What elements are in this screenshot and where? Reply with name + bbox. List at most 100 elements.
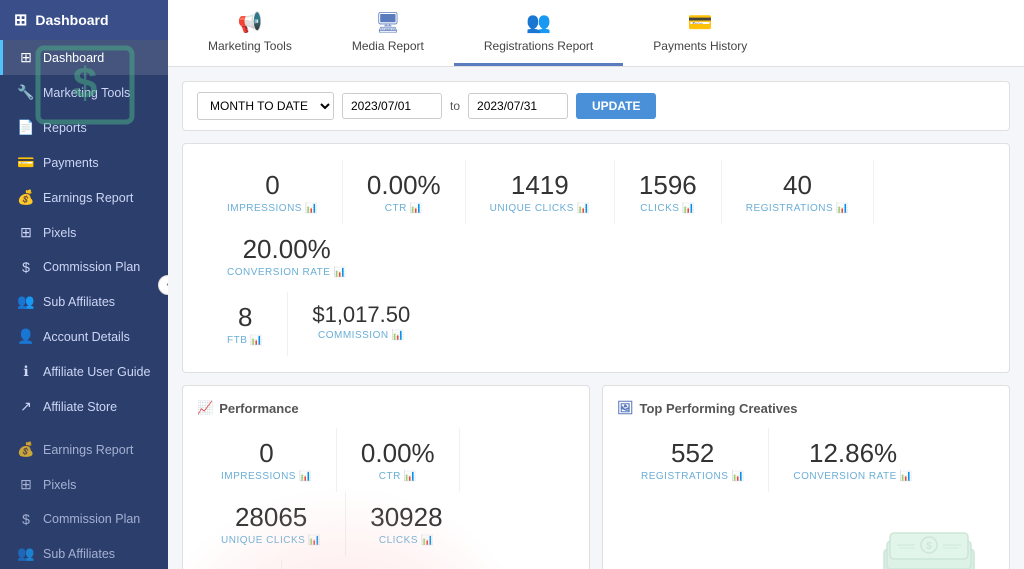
tab-marketing-tools[interactable]: 📢 Marketing Tools [178, 0, 322, 66]
conversion-value: 20.00% [243, 234, 331, 265]
sidebar-item-label: Payments [43, 156, 99, 170]
stat-impressions: 0 IMPRESSIONS 📊 [203, 160, 343, 224]
date-from-input[interactable] [342, 93, 442, 119]
sidebar-item-subaffiliates[interactable]: 👥 Sub Affiliates [0, 284, 168, 319]
tab-media-report[interactable]: 🖥 Media Report [322, 0, 454, 66]
sidebar-item-pixels-2[interactable]: ⊞ Pixels [0, 467, 168, 502]
top-nav: 📢 Marketing Tools 🖥 Media Report 👥 Regis… [168, 0, 1024, 67]
sidebar-item-store[interactable]: ↗ Affiliate Store [0, 389, 168, 424]
sidebar-item-commission[interactable]: $ Commission Plan [0, 250, 168, 284]
sidebar-item-marketing-tools[interactable]: 🔧 Marketing Tools [0, 75, 168, 110]
app-container: ⊞ Dashboard ⊞ Dashboard 🔧 Marketing Tool… [0, 0, 1024, 569]
commission-value: $1,017.50 [312, 302, 410, 328]
performance-stats-grid: 0 IMPRESSIONS 📊 0.00% CTR 📊 [197, 428, 575, 556]
perf-stat-ftb: 71 FTB 📊 [197, 560, 282, 569]
tab-media-report-label: Media Report [352, 39, 424, 53]
sidebar-nav-top: ⊞ Dashboard 🔧 Marketing Tools 📄 Reports … [0, 40, 168, 424]
sidebar-item-label: Earnings Report [43, 443, 133, 457]
sidebar-item-reports[interactable]: 📄 Reports [0, 110, 168, 145]
perf-stat-unique-clicks: 28065 UNIQUE CLICKS 📊 [197, 492, 346, 556]
performance-icon: 📈 [197, 400, 213, 416]
perf-ctr-value: 0.00% [361, 438, 435, 469]
commission-label: COMMISSION 📊 [318, 330, 405, 341]
guide-icon: ℹ [17, 363, 35, 380]
sidebar-item-label: Account Details [43, 330, 130, 344]
impressions-chart-icon: 📊 [305, 203, 318, 214]
marketing-tools-icon: 🔧 [17, 84, 35, 101]
payments-icon: 💳 [17, 154, 35, 171]
update-button[interactable]: UPDATE [576, 93, 656, 119]
sidebar-item-label: Pixels [43, 226, 76, 240]
clicks-chart-icon: 📊 [682, 203, 695, 214]
perf-stat-clicks: 30928 CLICKS 📊 [346, 492, 466, 556]
tab-marketing-tools-label: Marketing Tools [208, 39, 292, 53]
sidebar-item-pixels[interactable]: ⊞ Pixels [0, 215, 168, 250]
clicks-value: 1596 [639, 170, 697, 201]
tab-payments-history[interactable]: 💳 Payments History [623, 0, 777, 66]
sidebar-item-label: Affiliate Store [43, 400, 117, 414]
ftb-label: FTB 📊 [227, 335, 263, 346]
top-perf-conversion-label: CONVERSION RATE 📊 [793, 471, 912, 482]
date-to-input[interactable] [468, 93, 568, 119]
stat-commission: $1,017.50 COMMISSION 📊 [288, 292, 434, 356]
sidebar-header: ⊞ Dashboard [0, 0, 168, 40]
sidebar: ⊞ Dashboard ⊞ Dashboard 🔧 Marketing Tool… [0, 0, 168, 569]
stat-ftb: 8 FTB 📊 [203, 292, 288, 356]
stat-clicks: 1596 CLICKS 📊 [615, 160, 722, 224]
registrations-chart-icon: 📊 [836, 203, 849, 214]
registrations-label: REGISTRATIONS 📊 [746, 203, 849, 214]
top-performing-stats: 552 REGISTRATIONS 📊 12.86% CONVERSION RA… [617, 428, 995, 492]
marketing-tools-tab-icon: 📢 [237, 10, 262, 35]
ctr-chart-icon: 📊 [410, 203, 423, 214]
subaffiliates2-icon: 👥 [17, 545, 35, 562]
top-perf-conv-chart-icon: 📊 [900, 471, 913, 482]
ctr-label: CTR 📊 [385, 203, 423, 214]
sidebar-item-label: Commission Plan [43, 512, 140, 526]
svg-text:$: $ [926, 541, 932, 552]
sidebar-item-account[interactable]: 👤 Account Details [0, 319, 168, 354]
sidebar-item-payments[interactable]: 💳 Payments [0, 145, 168, 180]
sidebar-item-label: Dashboard [43, 51, 104, 65]
perf-unique-clicks-label: UNIQUE CLICKS 📊 [221, 535, 321, 546]
period-select[interactable]: MONTH TO DATE [197, 92, 334, 120]
conversion-chart-icon: 📊 [333, 267, 346, 278]
sidebar-item-commission-2[interactable]: $ Commission Plan [0, 502, 168, 536]
performance-stats-grid-2: 71 FTB 📊 $4,566.90 COMMISSION 📊 [197, 560, 575, 569]
reports-icon: 📄 [17, 119, 35, 136]
sidebar-item-earnings[interactable]: 💰 Earnings Report [0, 180, 168, 215]
sidebar-title: Dashboard [35, 12, 108, 28]
tab-registrations-report[interactable]: 👥 Registrations Report [454, 0, 623, 66]
sidebar-item-earnings-2[interactable]: 💰 Earnings Report [0, 432, 168, 467]
account-icon: 👤 [17, 328, 35, 345]
commission2-icon: $ [17, 511, 35, 527]
sidebar-item-dashboard[interactable]: ⊞ Dashboard [0, 40, 168, 75]
sidebar-item-guide[interactable]: ℹ Affiliate User Guide [0, 354, 168, 389]
filter-bar: MONTH TO DATE to UPDATE [182, 81, 1010, 131]
sidebar-item-label: Pixels [43, 478, 76, 492]
perf-ctr-chart-icon: 📊 [404, 471, 417, 482]
primary-stats-grid-2: 8 FTB 📊 $1,017.50 COMMISSION 📊 [203, 292, 989, 356]
perf-clicks-chart-icon: 📊 [421, 535, 434, 546]
perf-clicks-label: CLICKS 📊 [379, 535, 434, 546]
perf-ctr-label: CTR 📊 [379, 471, 417, 482]
pixels2-icon: ⊞ [17, 476, 35, 493]
primary-stats-grid: 0 IMPRESSIONS 📊 0.00% CTR 📊 [203, 160, 989, 288]
top-perf-stat-conversion: 12.86% CONVERSION RATE 📊 [769, 428, 936, 492]
date-range-separator: to [450, 99, 460, 113]
sidebar-item-label: Sub Affiliates [43, 547, 115, 561]
performance-card: 📈 Performance 0 IMPRESSIONS 📊 [182, 385, 590, 569]
media-report-tab-icon: 🖥 [375, 10, 400, 35]
sidebar-nav-bottom: 💰 Earnings Report ⊞ Pixels $ Commission … [0, 432, 168, 569]
unique-clicks-value: 1419 [511, 170, 569, 201]
sidebar-item-subaffiliates-2[interactable]: 👥 Sub Affiliates [0, 536, 168, 569]
unique-clicks-label: UNIQUE CLICKS 📊 [490, 203, 590, 214]
commission-chart-icon: 📊 [392, 330, 405, 341]
clicks-label: CLICKS 📊 [640, 203, 695, 214]
perf-impressions-label: IMPRESSIONS 📊 [221, 471, 312, 482]
top-performing-title: 🖼 Top Performing Creatives [617, 400, 995, 416]
top-perf-registrations-label: REGISTRATIONS 📊 [641, 471, 744, 482]
top-performing-icon: 🖼 [617, 400, 634, 416]
earnings2-icon: 💰 [17, 441, 35, 458]
earnings-icon: 💰 [17, 189, 35, 206]
pixels-icon: ⊞ [17, 224, 35, 241]
